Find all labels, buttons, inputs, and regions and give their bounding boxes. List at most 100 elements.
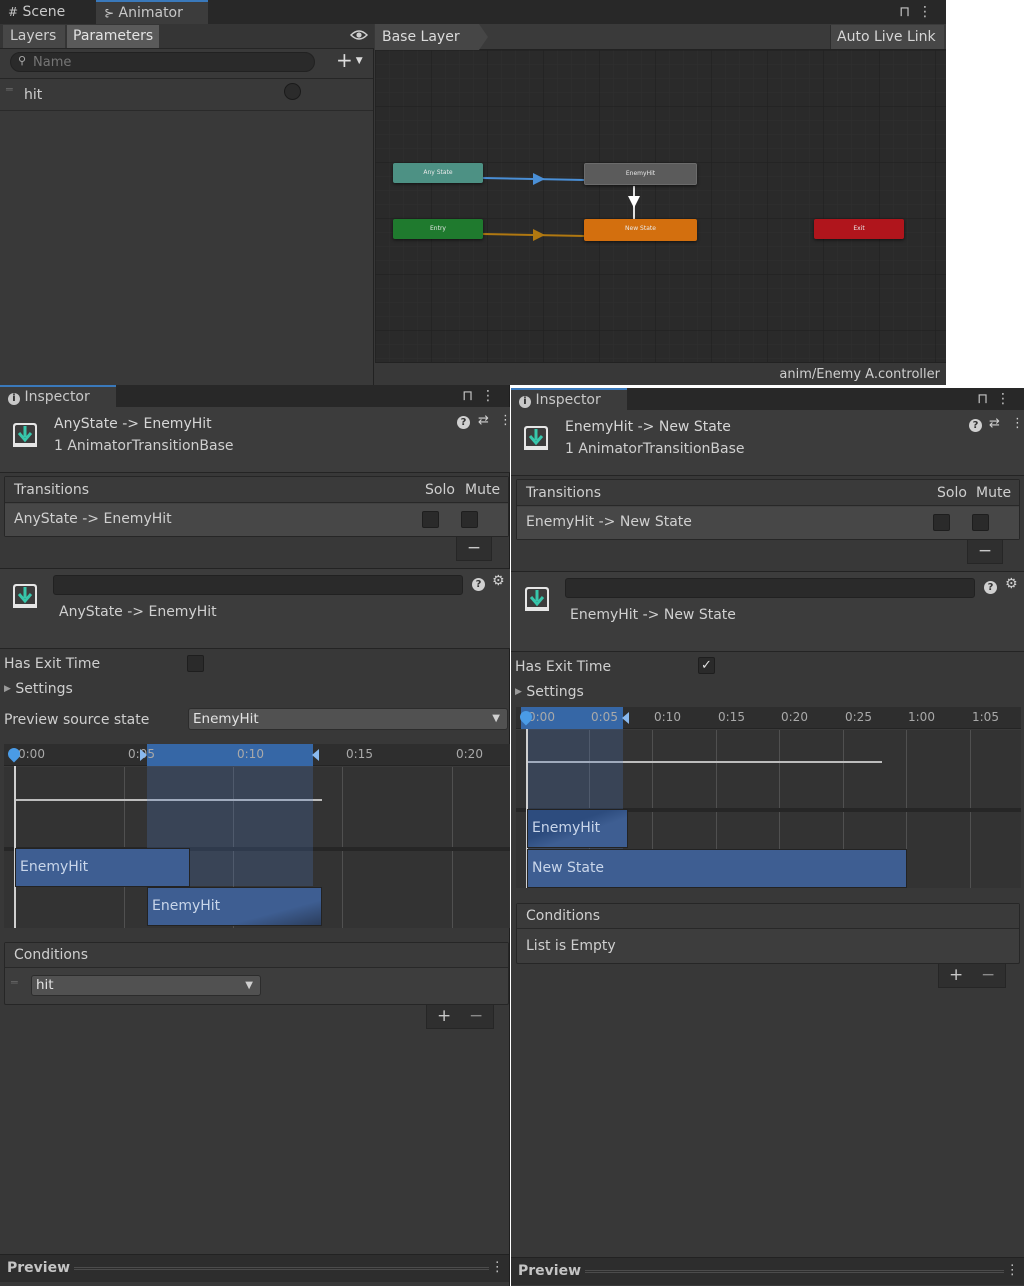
help-icon[interactable]: ? (984, 581, 997, 594)
menu-icon[interactable]: ⋮ (481, 388, 503, 404)
transition-timeline[interactable]: 0:00 0:05 0:10 0:15 0:20 EnemyHit EnemyH… (4, 744, 510, 928)
window-controls: ⊓⋮ (462, 385, 503, 407)
parameter-row[interactable]: ═ hit (0, 80, 373, 111)
preview-drag-bar[interactable] (585, 1270, 1004, 1273)
tab-animator[interactable]: ⊱ Animator (96, 0, 208, 24)
settings-foldout[interactable]: ▶ Settings (4, 681, 73, 697)
has-exit-time-checkbox[interactable]: ✓ (698, 657, 715, 674)
has-exit-time-checkbox[interactable] (187, 655, 204, 672)
conditions-list: Conditions ═ hit ▼ (4, 942, 509, 1005)
transition-name-field[interactable] (565, 578, 975, 598)
condition-row[interactable]: ═ hit ▼ (5, 969, 508, 1004)
transition-icon (11, 421, 39, 449)
window-controls: ⊓⋮ (899, 0, 940, 24)
parameter-name[interactable]: hit (24, 87, 42, 103)
info-icon: i (8, 393, 20, 405)
transition-row[interactable]: AnyState -> EnemyHit (5, 504, 508, 536)
inspector-subtitle: 1 AnimatorTransitionBase (565, 441, 745, 457)
remove-transition-button[interactable]: − (456, 537, 492, 561)
timeline-transition-range[interactable] (147, 744, 313, 766)
destination-clip[interactable]: EnemyHit (147, 887, 322, 926)
destination-clip[interactable]: New State (527, 849, 907, 888)
state-any-state[interactable]: Any State (393, 163, 483, 183)
menu-icon[interactable]: ⋮ (1006, 1262, 1020, 1278)
parameter-trigger-toggle[interactable] (284, 83, 301, 100)
state-new-state[interactable]: New State (584, 219, 697, 241)
grid-icon: # (8, 5, 19, 19)
transition-end-handle[interactable] (312, 749, 319, 761)
preview-source-dropdown[interactable]: EnemyHit ▼ (188, 708, 508, 730)
solo-checkbox[interactable] (933, 514, 950, 531)
transition-row[interactable]: EnemyHit -> New State (517, 507, 1019, 539)
transition-name-field[interactable] (53, 575, 463, 595)
condition-parameter-dropdown[interactable]: hit ▼ (31, 975, 261, 996)
state-exit[interactable]: Exit (814, 219, 904, 239)
transition-start-handle[interactable] (140, 749, 147, 761)
source-clip[interactable]: EnemyHit (527, 809, 628, 848)
help-icon[interactable]: ? (969, 419, 982, 432)
state-entry[interactable]: Entry (393, 219, 483, 239)
presets-icon[interactable]: ⇄ (478, 413, 489, 428)
tab-parameters[interactable]: Parameters (67, 25, 159, 48)
window-tab-bar: # Scene ⊱ Animator ⊓⋮ (0, 0, 946, 24)
add-condition-button[interactable]: + (437, 1005, 451, 1027)
lock-icon[interactable]: ⊓ (899, 4, 918, 20)
triangle-right-icon: ▶ (4, 684, 11, 694)
tab-inspector-label: Inspector (535, 392, 601, 408)
presets-icon[interactable]: ⇄ (989, 416, 1000, 431)
help-icon[interactable]: ? (457, 416, 470, 429)
solo-checkbox[interactable] (422, 511, 439, 528)
add-parameter-button[interactable]: + ▼ (336, 50, 370, 72)
eye-icon[interactable] (349, 28, 369, 44)
animator-graph[interactable]: Base Layer Auto Live Link Any State Enem… (375, 24, 946, 385)
solo-header: Solo (937, 485, 967, 501)
dropdown-arrow-icon: ▼ (492, 713, 500, 724)
timeline-tick-label: 0:20 (456, 747, 483, 761)
drag-handle-icon[interactable]: ═ (6, 83, 13, 96)
breadcrumb[interactable]: Base Layer (375, 24, 479, 50)
remove-transition-button[interactable]: − (967, 540, 1003, 564)
inspector-tab-bar: i Inspector ⊓⋮ (0, 385, 509, 407)
transition-timeline[interactable]: 0:00 0:05 0:10 0:15 0:20 0:25 1:00 1:05 … (516, 707, 1021, 888)
parameter-search: ⚲ (10, 52, 315, 72)
drag-handle-icon[interactable]: ═ (11, 976, 18, 989)
preview-footer: Preview ⋮ (0, 1254, 509, 1282)
search-input[interactable] (33, 54, 303, 70)
preview-label: Preview (518, 1263, 582, 1279)
preview-drag-bar[interactable] (74, 1267, 489, 1270)
transitions-list-header: Transitions Solo Mute (517, 480, 1019, 506)
mute-checkbox[interactable] (972, 514, 989, 531)
tab-layers[interactable]: Layers (3, 25, 65, 48)
gear-icon[interactable]: ⚙ (1005, 576, 1018, 592)
tab-inspector[interactable]: i Inspector (511, 388, 627, 410)
mute-header: Mute (465, 482, 501, 498)
tab-scene[interactable]: # Scene (0, 0, 94, 24)
remove-condition-button[interactable]: − (469, 1005, 483, 1027)
menu-icon[interactable]: ⋮ (1011, 416, 1024, 431)
menu-icon[interactable]: ⋮ (918, 4, 940, 20)
has-exit-time-label: Has Exit Time (4, 656, 101, 672)
condition-add-remove: + − (426, 1005, 494, 1029)
state-enemy-hit[interactable]: EnemyHit (584, 163, 697, 185)
auto-live-link-button[interactable]: Auto Live Link (830, 25, 944, 49)
transition-settings-header: ? ⚙ AnyState -> EnemyHit (0, 569, 510, 649)
help-icon[interactable]: ? (472, 578, 485, 591)
source-clip[interactable]: EnemyHit (15, 848, 190, 887)
transition-icon (11, 582, 39, 610)
tab-inspector[interactable]: i Inspector (0, 385, 116, 407)
transition-row-label: AnyState -> EnemyHit (14, 511, 172, 527)
remove-condition-button[interactable]: − (981, 964, 995, 986)
playhead-line (14, 766, 16, 928)
breadcrumb-arrow (479, 24, 488, 50)
search-icon: ⚲ (18, 54, 27, 67)
settings-foldout[interactable]: ▶ Settings (515, 684, 584, 700)
lock-icon[interactable]: ⊓ (462, 388, 481, 404)
menu-icon[interactable]: ⋮ (491, 1259, 505, 1275)
gear-icon[interactable]: ⚙ (492, 573, 505, 589)
mute-checkbox[interactable] (461, 511, 478, 528)
add-condition-button[interactable]: + (949, 964, 963, 986)
transition-end-handle[interactable] (622, 712, 629, 724)
lock-icon[interactable]: ⊓ (977, 391, 996, 407)
menu-icon[interactable]: ⋮ (996, 391, 1018, 407)
info-icon: i (519, 396, 531, 408)
